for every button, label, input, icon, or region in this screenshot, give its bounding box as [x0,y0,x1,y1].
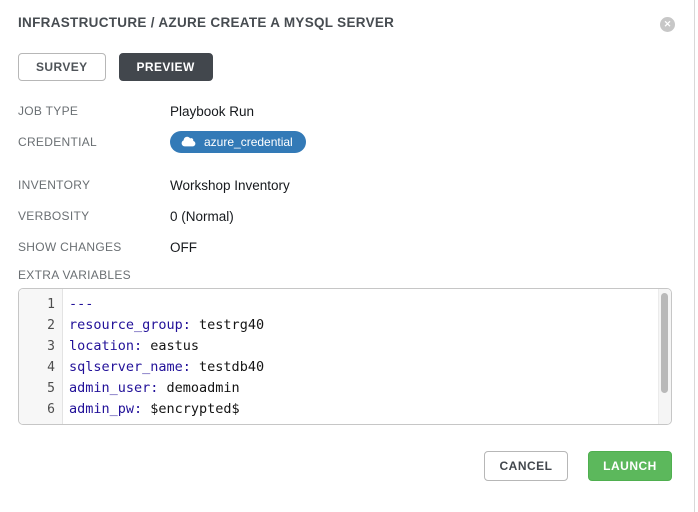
editor-scrollbar-track[interactable] [658,289,671,424]
credential-label: CREDENTIAL [18,135,170,149]
credential-row: CREDENTIAL azure_credential [18,130,306,153]
credential-badge[interactable]: azure_credential [170,131,306,153]
inventory-label: INVENTORY [18,178,170,192]
editor-scrollbar-thumb[interactable] [661,293,668,393]
cancel-button[interactable]: CANCEL [484,451,568,481]
yaml-value: $encrypted$ [142,401,240,417]
tab-preview[interactable]: PREVIEW [119,53,213,81]
line-number: 5 [19,378,63,399]
job-type-row: JOB TYPE Playbook Run [18,103,254,119]
code-line: 7 [19,420,657,425]
launch-button[interactable]: LAUNCH [588,451,672,481]
code-area[interactable]: 1 --- 2 resource_group: testrg40 3 locat… [19,289,657,424]
yaml-value: eastus [142,338,199,354]
code-line: 2 resource_group: testrg40 [19,315,657,336]
job-type-label: JOB TYPE [18,104,170,118]
tab-bar: SURVEY PREVIEW [18,53,213,81]
inventory-row: INVENTORY Workshop Inventory [18,177,290,193]
verbosity-value: 0 (Normal) [170,209,234,224]
verbosity-label: VERBOSITY [18,209,170,223]
inventory-value: Workshop Inventory [170,178,290,193]
code-line: 6 admin_pw: $encrypted$ [19,399,657,420]
yaml-value: testdb40 [191,359,264,375]
yaml-key: location: [69,338,142,354]
yaml-key: admin_user: [69,380,158,396]
code-line: 1 --- [19,294,657,315]
code-line: 5 admin_user: demoadmin [19,378,657,399]
line-number: 6 [19,399,63,420]
job-type-value: Playbook Run [170,104,254,119]
close-icon[interactable]: ✕ [660,17,675,32]
show-changes-row: SHOW CHANGES OFF [18,239,197,255]
yaml-key: --- [69,296,93,312]
yaml-key: resource_group: [69,317,191,333]
extra-variables-label: EXTRA VARIABLES [18,268,131,282]
line-number: 7 [19,420,63,425]
yaml-value: testrg40 [191,317,264,333]
line-number: 1 [19,294,63,315]
line-number: 3 [19,336,63,357]
tab-survey[interactable]: SURVEY [18,53,106,81]
extra-variables-editor[interactable]: 1 --- 2 resource_group: testrg40 3 locat… [18,288,672,425]
code-line: 3 location: eastus [19,336,657,357]
code-line: 4 sqlserver_name: testdb40 [19,357,657,378]
verbosity-row: VERBOSITY 0 (Normal) [18,208,234,224]
line-number: 4 [19,357,63,378]
page-title: INFRASTRUCTURE / AZURE CREATE A MYSQL SE… [18,15,394,30]
show-changes-value: OFF [170,240,197,255]
cloud-icon [181,136,196,147]
credential-badge-label: azure_credential [204,135,293,149]
yaml-key: admin_pw: [69,401,142,417]
yaml-value: demoadmin [158,380,239,396]
line-number: 2 [19,315,63,336]
show-changes-label: SHOW CHANGES [18,240,170,254]
modal-right-edge [694,0,695,512]
yaml-key: sqlserver_name: [69,359,191,375]
